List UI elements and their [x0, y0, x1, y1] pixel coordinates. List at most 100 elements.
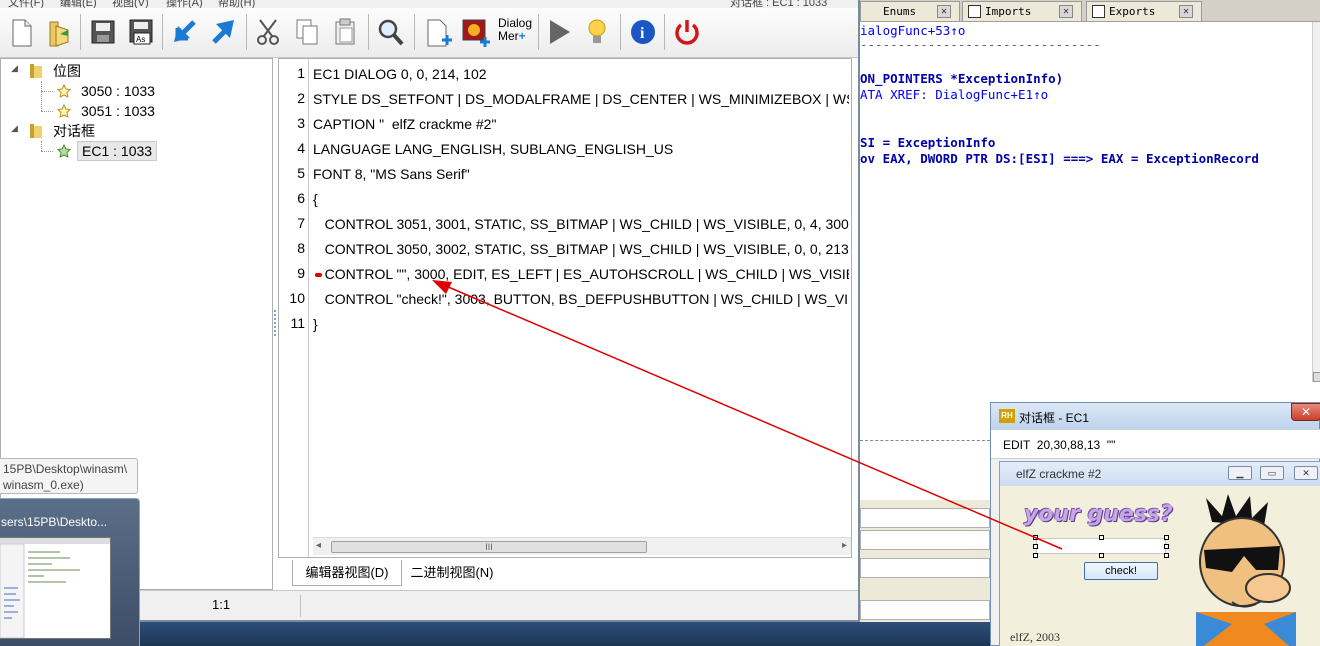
- resize-handle[interactable]: [1033, 544, 1038, 549]
- line-number: 3: [297, 115, 305, 131]
- separator-line: [860, 440, 990, 441]
- tab-exports-label: Exports: [1109, 5, 1156, 18]
- toolbar-separator: [414, 14, 415, 50]
- export-arrow-icon[interactable]: [206, 14, 240, 50]
- tree-group-label: 对话框: [53, 123, 95, 139]
- line-number: 9: [297, 265, 305, 281]
- window-title: 对话框 : EC1 : 1033: [730, 0, 828, 8]
- tab-enums[interactable]: Enums ✕: [860, 1, 960, 21]
- copy-icon[interactable]: [290, 14, 324, 50]
- menu-edit[interactable]: 编辑(E): [60, 0, 97, 8]
- folder-icon: [30, 64, 42, 78]
- tab-imports[interactable]: Imports ✕: [962, 1, 1082, 21]
- maximize-button[interactable]: ▭: [1260, 466, 1284, 480]
- import-arrow-icon[interactable]: [168, 14, 202, 50]
- guess-input[interactable]: [1036, 538, 1166, 554]
- crackme-body: your guess? check! elfZ, 2003: [1000, 486, 1320, 646]
- line-number: 5: [297, 165, 305, 181]
- close-icon[interactable]: ✕: [1179, 5, 1193, 18]
- tree-item-label: 3050 : 1033: [81, 83, 155, 99]
- menu-help[interactable]: 帮助(H): [218, 0, 255, 8]
- tab-exports[interactable]: Exports ✕: [1086, 1, 1202, 21]
- power-icon[interactable]: [670, 14, 704, 50]
- menu-action[interactable]: 操作(A): [166, 0, 203, 8]
- svg-text:i: i: [640, 25, 645, 42]
- status-separator: [300, 595, 301, 617]
- toolbar-separator: [246, 14, 247, 50]
- close-icon[interactable]: ✕: [1059, 5, 1073, 18]
- scrollbar-thumb[interactable]: III: [331, 541, 647, 553]
- code-line: }: [313, 316, 318, 332]
- menu-view[interactable]: 视图(V): [112, 0, 149, 8]
- tree-group-bitmap[interactable]: 位图: [29, 61, 85, 81]
- resize-handle[interactable]: [1099, 553, 1104, 558]
- open-folder-icon[interactable]: [42, 14, 76, 50]
- search-icon[interactable]: [374, 14, 408, 50]
- collapse-icon[interactable]: ◢: [11, 123, 18, 134]
- code-line: CONTROL "check!", 3003, BUTTON, BS_DEFPU…: [313, 291, 849, 307]
- code-line: STYLE DS_SETFONT | DS_MODALFRAME | DS_CE…: [313, 91, 849, 107]
- code-line: SI = ExceptionInfo: [860, 135, 996, 150]
- resize-handle[interactable]: [1033, 553, 1038, 558]
- code-line: ON_POINTERS *ExceptionInfo): [860, 71, 1064, 86]
- run-script-icon[interactable]: [542, 14, 576, 50]
- tree-item[interactable]: 3051 : 1033: [57, 101, 159, 121]
- dialog-titlebar[interactable]: RH 对话框 - EC1 ✕: [991, 403, 1320, 429]
- horizontal-scrollbar[interactable]: ◂ III ▸: [313, 537, 851, 555]
- tab-binary-view[interactable]: 二进制视图(N): [404, 560, 500, 586]
- dialog-merger-button[interactable]: Dialog Mer+: [496, 14, 536, 50]
- code-area[interactable]: EC1 DIALOG 0, 0, 214, 102 STYLE DS_SETFO…: [313, 59, 849, 537]
- paste-icon[interactable]: [328, 14, 362, 50]
- splitter-handle[interactable]: [274, 310, 276, 336]
- thumbnail-title: sers\15PB\Deskto...: [1, 515, 108, 529]
- lightbulb-icon[interactable]: [580, 14, 614, 50]
- tab-enums-label: Enums: [883, 5, 917, 18]
- script-editor[interactable]: 1 2 3 4 5 6 7 8 9 10 11 EC1 DIALOG 0, 0,…: [278, 58, 852, 558]
- scroll-arrow-icon[interactable]: [1313, 372, 1320, 382]
- resize-handle[interactable]: [1164, 553, 1169, 558]
- scroll-right-icon[interactable]: ▸: [842, 540, 847, 551]
- close-button[interactable]: ✕: [1294, 466, 1318, 480]
- line-number-gutter: 1 2 3 4 5 6 7 8 9 10 11: [279, 59, 309, 557]
- add-image-icon[interactable]: [458, 14, 492, 50]
- save-icon[interactable]: [86, 14, 120, 50]
- line-number: 10: [289, 290, 305, 306]
- panel-row: [860, 530, 990, 550]
- tree-item-selected[interactable]: EC1 : 1033: [57, 141, 158, 161]
- resize-handle[interactable]: [1164, 535, 1169, 540]
- tree-group-dialog[interactable]: 对话框: [29, 121, 99, 141]
- toolbar-separator: [368, 14, 369, 50]
- menu-file[interactable]: 文件(F): [8, 0, 44, 8]
- panel-row: [860, 558, 990, 578]
- close-button[interactable]: ✕: [1291, 403, 1320, 421]
- info-icon[interactable]: i: [626, 14, 660, 50]
- collapse-icon[interactable]: ◢: [11, 63, 18, 74]
- tab-editor-view[interactable]: 编辑器视图(D): [292, 560, 402, 586]
- credit-text: elfZ, 2003: [1010, 630, 1060, 644]
- resize-handle[interactable]: [1164, 544, 1169, 549]
- taskbar-thumbnail[interactable]: sers\15PB\Deskto...: [0, 498, 140, 646]
- check-button[interactable]: check!: [1084, 562, 1158, 580]
- taskbar: [0, 622, 1000, 646]
- resize-handle[interactable]: [1033, 535, 1038, 540]
- scroll-left-icon[interactable]: ◂: [316, 540, 321, 551]
- code-line: ov EAX, DWORD PTR DS:[ESI] ===> EAX = Ex…: [860, 151, 1259, 166]
- vertical-scrollbar[interactable]: [1312, 22, 1320, 382]
- new-file-icon[interactable]: [4, 14, 38, 50]
- close-icon[interactable]: ✕: [937, 5, 951, 18]
- imports-icon: [968, 5, 981, 18]
- minimize-button[interactable]: ▁: [1228, 466, 1252, 480]
- tooltip-line: winasm_0.exe): [3, 478, 84, 492]
- resize-handle[interactable]: [1099, 535, 1104, 540]
- panel-row: [860, 508, 990, 528]
- save-as-icon[interactable]: As: [124, 14, 158, 50]
- add-resource-icon[interactable]: [420, 14, 454, 50]
- app-icon: RH: [999, 409, 1015, 423]
- plus-icon: +: [518, 29, 526, 43]
- crackme-titlebar[interactable]: elfZ crackme #2 ▁ ▭ ✕: [1000, 462, 1320, 486]
- guess-prompt: your guess?: [1024, 502, 1173, 527]
- cut-icon[interactable]: [252, 14, 286, 50]
- control-info-bar: EDIT 20,30,88,13 "": [991, 429, 1320, 459]
- toolbar-separator: [620, 14, 621, 50]
- tree-item[interactable]: 3050 : 1033: [57, 81, 159, 101]
